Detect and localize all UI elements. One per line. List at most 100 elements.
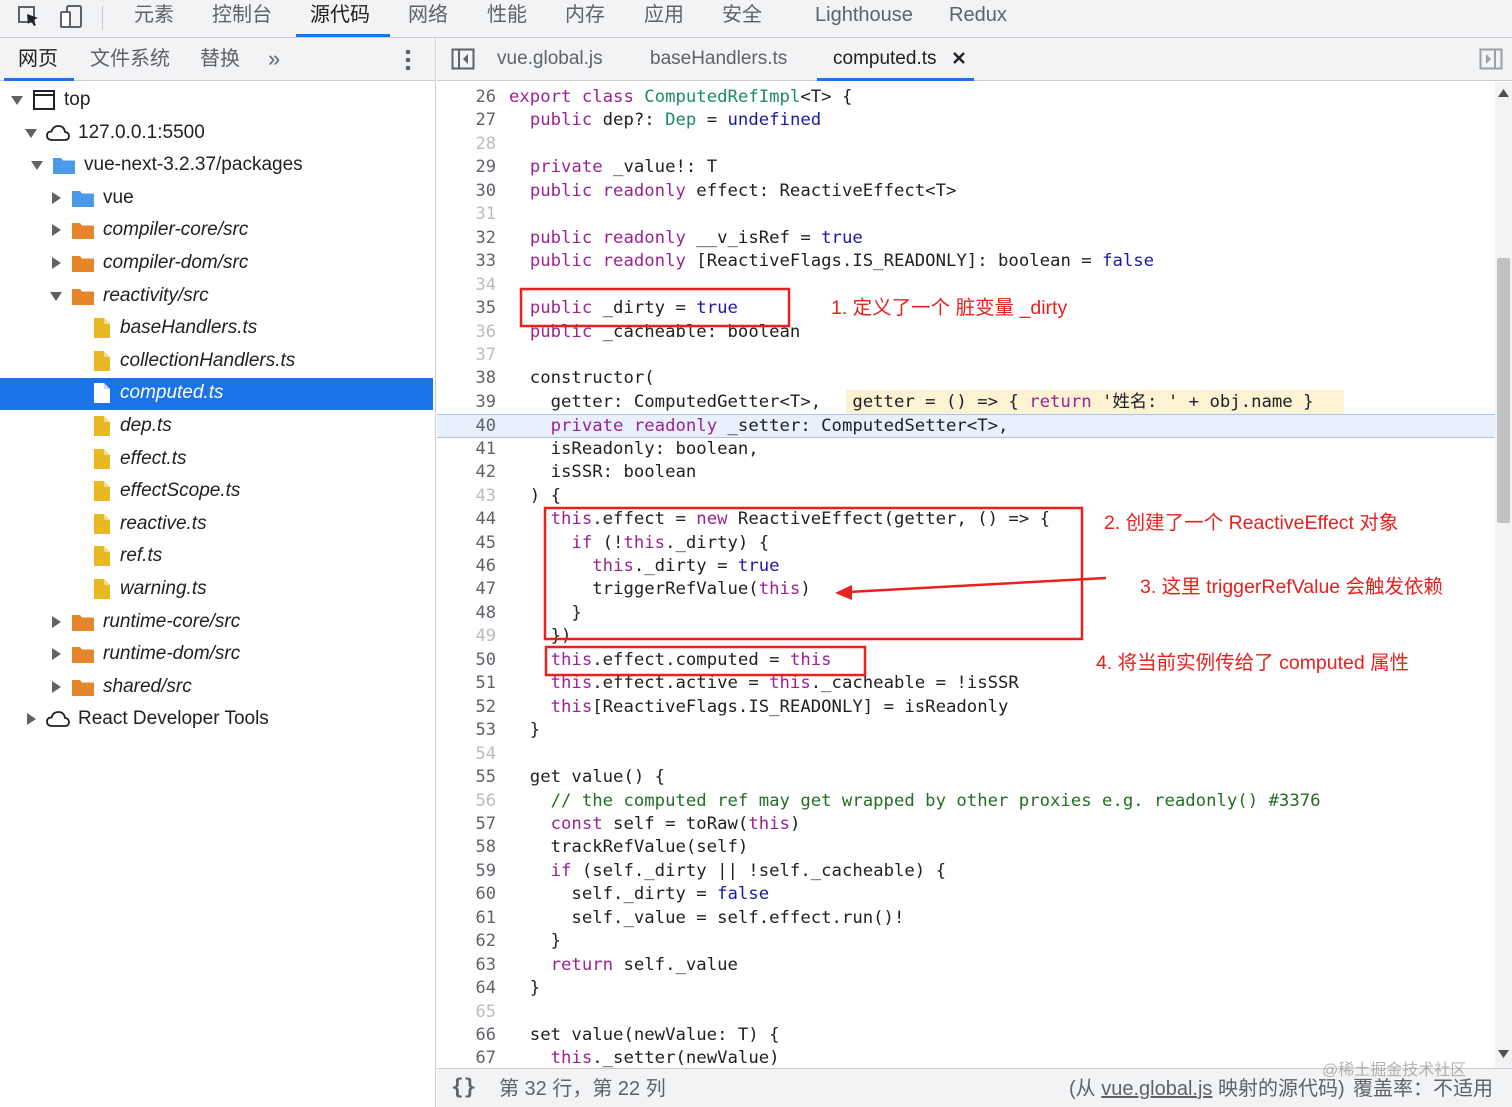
line-number[interactable]: 59 (437, 860, 496, 883)
collapse-arrow-icon[interactable] (49, 647, 63, 661)
code-line[interactable]: 32 public readonly __v_isRef = true (437, 227, 1495, 250)
tree-item[interactable]: collectionHandlers.ts (0, 346, 433, 378)
code-line[interactable]: 51 this.effect.active = this._cacheable … (437, 672, 1495, 695)
code-line[interactable]: 43 ) { (437, 485, 1495, 508)
line-number[interactable]: 62 (437, 930, 496, 953)
code-line[interactable]: 63 return self._value (437, 954, 1495, 977)
line-number[interactable]: 67 (437, 1047, 496, 1068)
tab-overrides[interactable]: 替换 (200, 38, 240, 81)
tree-item[interactable]: computed.ts (0, 378, 433, 411)
tree-item[interactable]: compiler-core/src (0, 215, 433, 247)
code-line[interactable]: 37 (437, 344, 1495, 367)
toggle-navigator-icon[interactable] (451, 48, 475, 70)
tree-item[interactable]: reactive.ts (0, 509, 433, 541)
line-number[interactable]: 53 (437, 719, 496, 742)
tree-item[interactable]: 127.0.0.1:5500 (0, 118, 433, 150)
tab-network[interactable]: 网络 (408, 0, 448, 37)
expand-arrow-icon[interactable] (24, 126, 38, 140)
code-line[interactable]: 58 trackRefValue(self) (437, 836, 1495, 859)
line-number[interactable]: 48 (437, 602, 496, 625)
tab-lighthouse[interactable]: Lighthouse (815, 0, 913, 37)
device-toolbar-icon[interactable] (58, 4, 84, 30)
code-line[interactable]: 62 } (437, 930, 1495, 953)
line-number[interactable]: 55 (437, 766, 496, 789)
code-line[interactable]: 38 constructor( (437, 367, 1495, 390)
code-line[interactable]: 45 if (!this._dirty) { (437, 532, 1495, 555)
code-line[interactable]: 28 (437, 133, 1495, 156)
tab-sources[interactable]: 源代码 (296, 0, 390, 37)
code-line[interactable]: 29 private _value!: T (437, 156, 1495, 179)
tab-application[interactable]: 应用 (644, 0, 684, 37)
tree-item[interactable]: baseHandlers.ts (0, 313, 433, 345)
line-number[interactable]: 64 (437, 977, 496, 1000)
tab-memory[interactable]: 内存 (565, 0, 605, 37)
code-line[interactable]: 59 if (self._dirty || !self._cacheable) … (437, 860, 1495, 883)
tree-item[interactable]: vue-next-3.2.37/packages (0, 150, 433, 182)
tree-item[interactable]: shared/src (0, 672, 433, 704)
tab-page[interactable]: 网页 (4, 38, 74, 81)
line-number[interactable]: 26 (437, 86, 496, 109)
editor-scrollbar[interactable] (1495, 82, 1512, 1068)
line-number[interactable]: 41 (437, 438, 496, 461)
code-line[interactable]: 55 get value() { (437, 766, 1495, 789)
line-number[interactable]: 42 (437, 461, 496, 484)
line-number[interactable]: 34 (437, 274, 496, 297)
line-number[interactable]: 39 (437, 391, 496, 414)
collapse-arrow-icon[interactable] (49, 223, 63, 237)
code-line[interactable]: 42 isSSR: boolean (437, 461, 1495, 484)
more-options-icon[interactable] (404, 48, 412, 72)
code-line[interactable]: 30 public readonly effect: ReactiveEffec… (437, 180, 1495, 203)
code-line[interactable]: 64 } (437, 977, 1495, 1000)
scroll-up-icon[interactable] (1498, 88, 1509, 97)
editor-tab-basehandlers[interactable]: baseHandlers.ts (650, 38, 787, 81)
collapse-arrow-icon[interactable] (49, 680, 63, 694)
tree-item[interactable]: dep.ts (0, 411, 433, 443)
code-line[interactable]: 61 self._value = self.effect.run()! (437, 907, 1495, 930)
expand-arrow-icon[interactable] (10, 93, 24, 107)
toggle-debugger-icon[interactable] (1479, 48, 1503, 70)
tree-item[interactable]: React Developer Tools (0, 704, 433, 736)
tree-item[interactable]: ref.ts (0, 541, 433, 573)
line-number[interactable]: 40 (437, 415, 496, 438)
line-number[interactable]: 30 (437, 180, 496, 203)
tab-performance[interactable]: 性能 (487, 0, 527, 37)
line-number[interactable]: 61 (437, 907, 496, 930)
code-line[interactable]: 41 isReadonly: boolean, (437, 438, 1495, 461)
more-tabs-button[interactable]: » (268, 38, 280, 80)
line-number[interactable]: 27 (437, 109, 496, 132)
code-line[interactable]: 27 public dep?: Dep = undefined (437, 109, 1495, 132)
tree-item[interactable]: runtime-dom/src (0, 639, 433, 671)
tree-item[interactable]: warning.ts (0, 574, 433, 606)
line-number[interactable]: 29 (437, 156, 496, 179)
line-number[interactable]: 38 (437, 367, 496, 390)
line-number[interactable]: 45 (437, 532, 496, 555)
line-number[interactable]: 44 (437, 508, 496, 531)
line-number[interactable]: 54 (437, 743, 496, 766)
code-line[interactable]: 33 public readonly [ReactiveFlags.IS_REA… (437, 250, 1495, 273)
code-line[interactable]: 40 private readonly _setter: ComputedSet… (437, 414, 1495, 438)
collapse-arrow-icon[interactable] (49, 256, 63, 270)
tree-item[interactable]: runtime-core/src (0, 607, 433, 639)
code-line[interactable]: 54 (437, 743, 1495, 766)
line-number[interactable]: 56 (437, 790, 496, 813)
line-number[interactable]: 28 (437, 133, 496, 156)
code-line[interactable]: 39 getter: ComputedGetter<T>, getter = (… (437, 391, 1495, 414)
collapse-arrow-icon[interactable] (49, 615, 63, 629)
tab-console[interactable]: 控制台 (212, 0, 272, 37)
code-line[interactable]: 65 (437, 1001, 1495, 1024)
line-number[interactable]: 33 (437, 250, 496, 273)
line-number[interactable]: 66 (437, 1024, 496, 1047)
code-line[interactable]: 31 (437, 203, 1495, 226)
expand-arrow-icon[interactable] (30, 158, 44, 172)
line-number[interactable]: 50 (437, 649, 496, 672)
line-number[interactable]: 51 (437, 672, 496, 695)
tree-item[interactable]: compiler-dom/src (0, 248, 433, 280)
source-map-link[interactable]: vue.global.js (1101, 1078, 1212, 1100)
code-line[interactable]: 57 const self = toRaw(this) (437, 813, 1495, 836)
tree-item[interactable]: top (0, 85, 433, 117)
tab-filesystem[interactable]: 文件系统 (90, 38, 170, 81)
tab-security[interactable]: 安全 (722, 0, 762, 37)
line-number[interactable]: 32 (437, 227, 496, 250)
editor-tab-vue-global[interactable]: vue.global.js (497, 38, 603, 81)
line-number[interactable]: 58 (437, 836, 496, 859)
